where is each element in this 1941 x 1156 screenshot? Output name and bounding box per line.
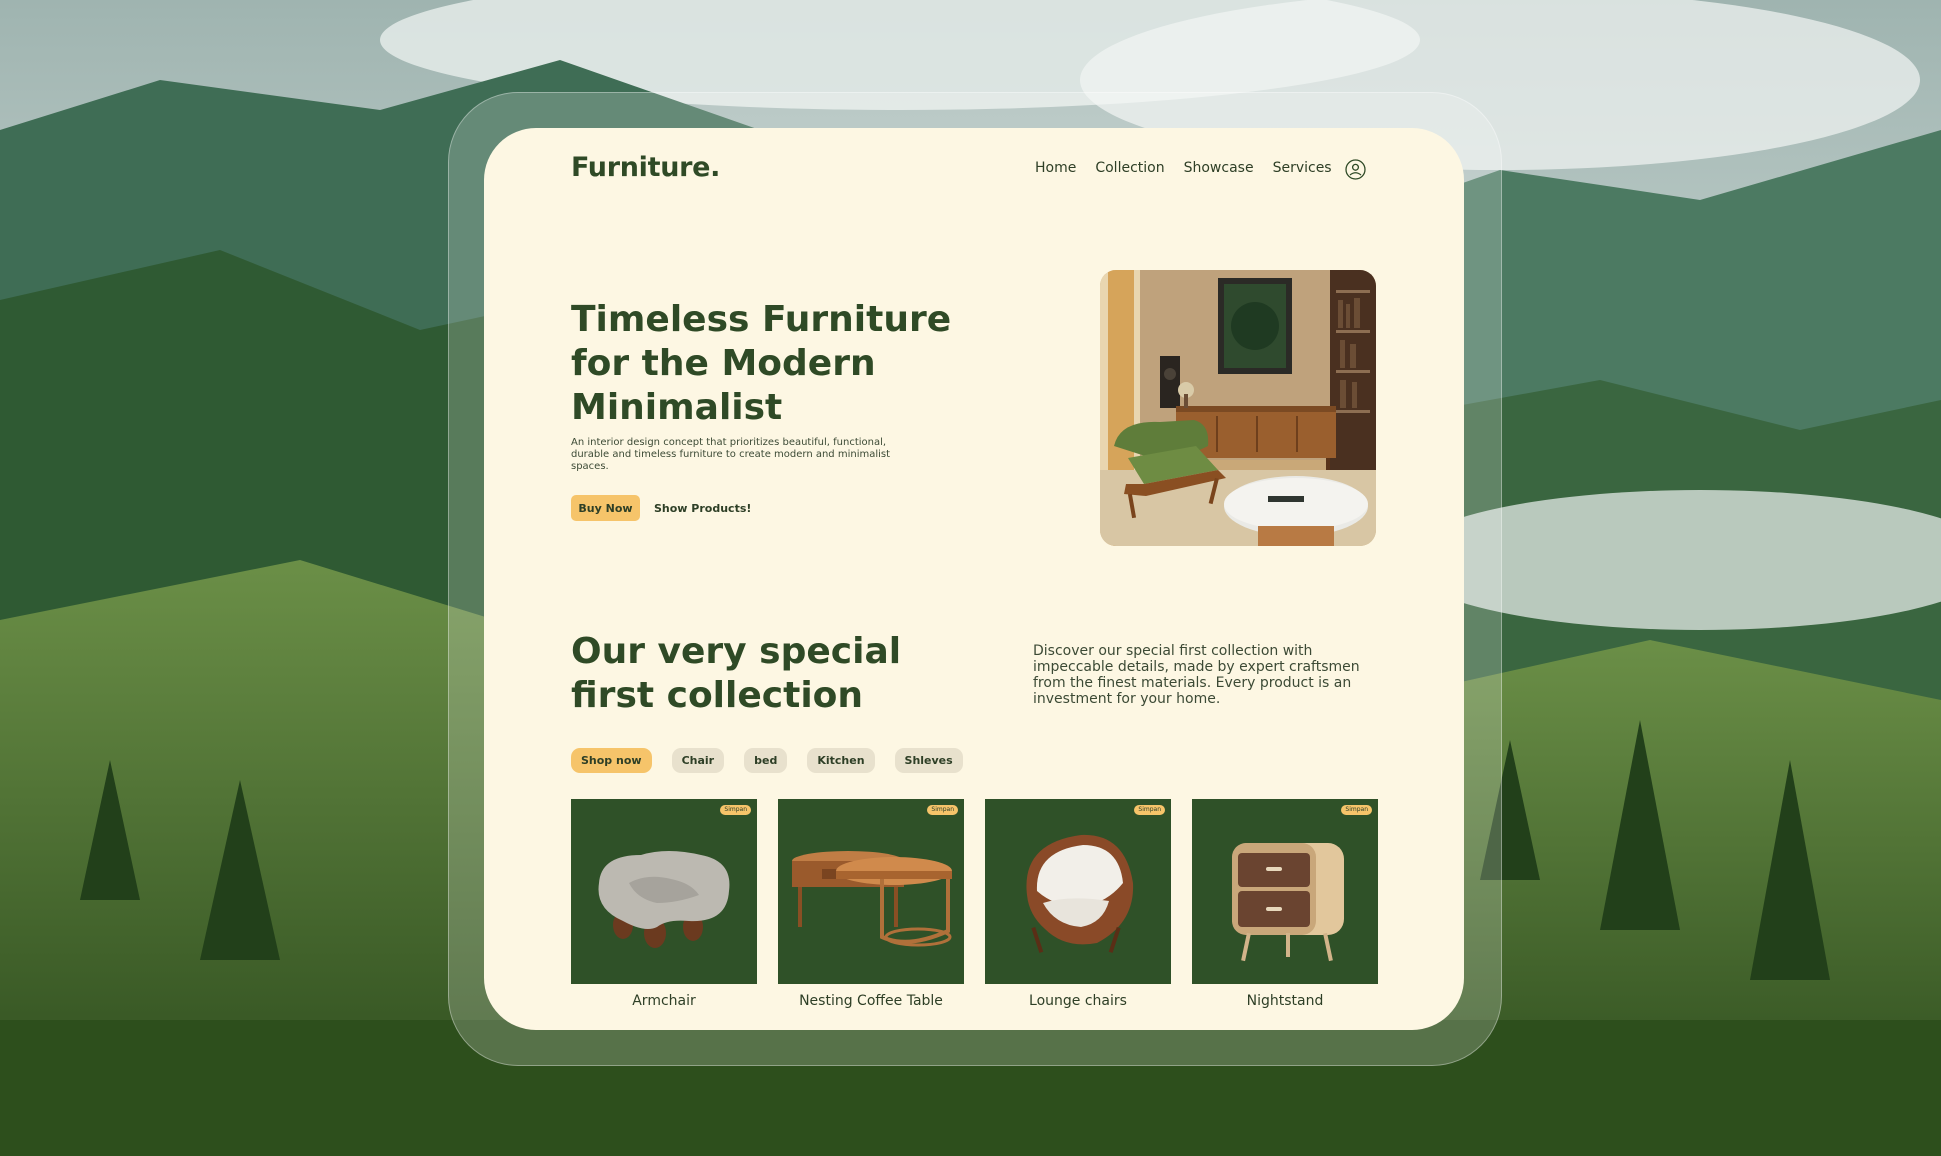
product-name[interactable]: Nesting Coffee Table: [778, 993, 964, 1009]
main-nav: Home Collection Showcase Services: [1035, 160, 1332, 176]
save-badge[interactable]: Simpan: [1134, 805, 1165, 815]
product-grid: Simpan Armchair Simpan Nesting Coffee Ta…: [571, 799, 1378, 1009]
lounge-chair-image: [1026, 834, 1134, 953]
save-badge[interactable]: Simpan: [720, 805, 751, 815]
nav-item-services[interactable]: Services: [1273, 160, 1332, 176]
save-badge[interactable]: Simpan: [927, 805, 958, 815]
product-card-nesting-coffee-table[interactable]: Simpan Nesting Coffee Table: [778, 799, 964, 1009]
coffee-table-image: [792, 851, 952, 947]
chip-bed[interactable]: bed: [744, 748, 788, 773]
chip-shop-now[interactable]: Shop now: [571, 748, 652, 773]
hero-title: Timeless Furniture for the Modern Minima…: [571, 299, 952, 428]
category-filter-chips: Shop now Chair bed Kitchen Shleves: [571, 748, 983, 773]
chip-kitchen[interactable]: Kitchen: [807, 748, 875, 773]
product-card-armchair[interactable]: Simpan Armchair: [571, 799, 757, 1009]
collection-description: Discover our special first collection wi…: [1033, 643, 1360, 707]
brand-logo[interactable]: Furniture.: [571, 152, 720, 183]
save-badge[interactable]: Simpan: [1341, 805, 1372, 815]
product-thumbnail[interactable]: Simpan: [1192, 799, 1378, 984]
nav-item-collection[interactable]: Collection: [1095, 160, 1164, 176]
product-name[interactable]: Armchair: [571, 993, 757, 1009]
show-products-button[interactable]: Show Products!: [654, 495, 751, 521]
product-card-nightstand[interactable]: Simpan Nightstand: [1192, 799, 1378, 1009]
landing-page-card: Furniture. Home Collection Showcase Serv…: [484, 128, 1464, 1030]
product-thumbnail[interactable]: Simpan: [778, 799, 964, 984]
collection-title: Our very special first collection: [571, 631, 902, 716]
hero-living-room-image: [1100, 270, 1376, 546]
nightstand-image: [1232, 843, 1344, 962]
product-name[interactable]: Lounge chairs: [985, 993, 1171, 1009]
product-name[interactable]: Nightstand: [1192, 993, 1378, 1009]
buy-now-button[interactable]: Buy Now: [571, 495, 640, 521]
nav-item-home[interactable]: Home: [1035, 160, 1076, 176]
user-circle-icon[interactable]: [1345, 159, 1366, 180]
armchair-image: [598, 851, 730, 948]
hero-description: An interior design concept that prioriti…: [571, 437, 891, 472]
product-card-lounge-chairs[interactable]: Simpan Lounge chairs: [985, 799, 1171, 1009]
product-thumbnail[interactable]: Simpan: [985, 799, 1171, 984]
nav-item-showcase[interactable]: Showcase: [1184, 160, 1254, 176]
product-thumbnail[interactable]: Simpan: [571, 799, 757, 984]
chip-chair[interactable]: Chair: [671, 748, 725, 773]
chip-shleves[interactable]: Shleves: [894, 748, 963, 773]
